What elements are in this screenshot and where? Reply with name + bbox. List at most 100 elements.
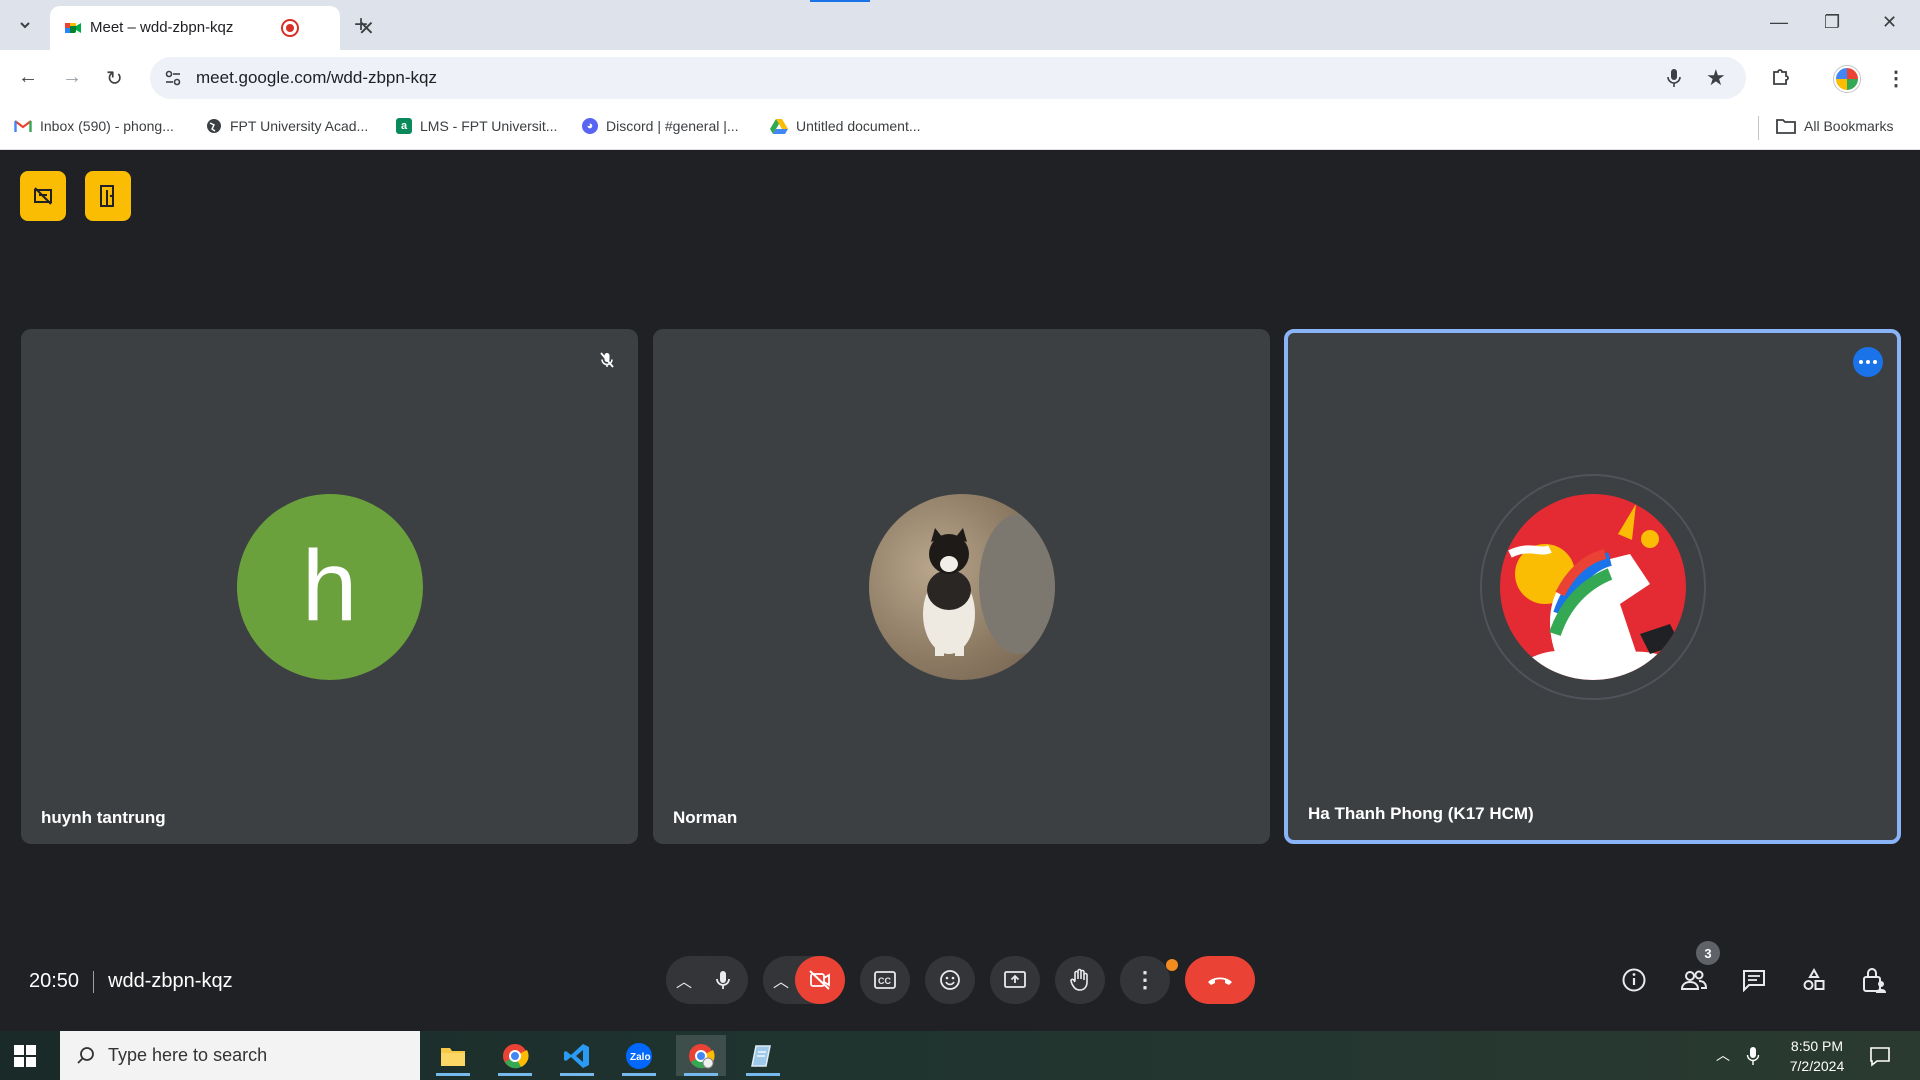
activities-button[interactable] — [1796, 962, 1832, 998]
globe-icon — [207, 119, 221, 133]
emoji-icon — [940, 970, 960, 990]
browser-tab-bar: Meet – wdd-zbpn-kqz ✕ + — ❐ ✕ — [0, 0, 1920, 50]
clock-date: 7/2/2024 — [1789, 1058, 1845, 1074]
svg-text:Zalo: Zalo — [630, 1052, 651, 1063]
show-hidden-icons-icon[interactable]: ︿ — [1716, 1045, 1730, 1065]
url-text: meet.google.com/wdd-zbpn-kqz — [196, 68, 437, 87]
tab-meet[interactable]: Meet – wdd-zbpn-kqz ✕ — [50, 6, 375, 50]
host-controls-lock-button[interactable] — [1856, 962, 1892, 998]
meeting-info: 20:50 wdd-zbpn-kqz — [29, 970, 233, 993]
tab-strip-indicator — [810, 0, 870, 2]
chat-icon — [1743, 970, 1765, 992]
profile-avatar[interactable] — [1834, 66, 1860, 92]
search-placeholder: Type here to search — [108, 1045, 268, 1065]
participant-tile[interactable]: Norman — [653, 329, 1270, 844]
divider — [93, 970, 95, 993]
participant-name: Ha Thanh Phong (K17 HCM) — [1308, 804, 1534, 823]
forward-icon[interactable]: → — [62, 66, 82, 89]
notepad-icon — [751, 1044, 771, 1067]
unicorn-icon — [1507, 503, 1680, 680]
vscode-icon — [564, 1043, 589, 1068]
participant-tile-active[interactable]: Ha Thanh Phong (K17 HCM) — [1284, 329, 1901, 844]
reactions-button[interactable] — [925, 956, 975, 1004]
hang-up-icon — [1208, 977, 1232, 985]
new-tab-button[interactable]: + — [354, 11, 368, 39]
chevron-down-icon — [20, 22, 30, 29]
discord-icon: ◕ — [582, 118, 598, 134]
windows-start-icon[interactable] — [14, 1045, 36, 1067]
video-options-icon[interactable]: ︿ — [773, 968, 789, 992]
chrome-profile-app[interactable] — [676, 1035, 726, 1076]
minimize-icon[interactable]: — — [1770, 12, 1788, 33]
svg-text:CC: CC — [878, 976, 891, 986]
audio-options-icon[interactable]: ︿ — [676, 968, 692, 992]
vscode-app[interactable] — [552, 1035, 602, 1076]
captions-icon: CC — [874, 971, 896, 989]
bookmark-fpt-academic[interactable]: FPT University Acad... — [206, 118, 368, 134]
avatar: h — [236, 493, 423, 680]
window-close-icon[interactable]: ✕ — [1882, 12, 1897, 33]
notepad-app[interactable] — [738, 1035, 788, 1076]
bookmark-label: LMS - FPT Universit... — [420, 118, 558, 134]
people-button[interactable] — [1676, 962, 1712, 998]
address-bar[interactable]: meet.google.com/wdd-zbpn-kqz ★ — [150, 57, 1746, 99]
reload-icon[interactable]: ↻ — [106, 66, 123, 91]
info-icon — [1622, 968, 1646, 992]
file-explorer-app[interactable] — [428, 1035, 478, 1076]
tab-title: Meet – wdd-zbpn-kqz — [90, 19, 234, 36]
bookmark-lms[interactable]: a LMS - FPT Universit... — [396, 118, 557, 134]
site-info-icon[interactable] — [164, 69, 182, 87]
people-icon — [1680, 970, 1708, 990]
camera-off-button[interactable] — [795, 956, 845, 1004]
chrome-profile-icon — [689, 1043, 715, 1068]
meeting-details-button[interactable] — [1616, 962, 1652, 998]
notifications-icon[interactable] — [1868, 1045, 1892, 1067]
microphone-icon[interactable] — [1746, 1045, 1760, 1067]
meeting-code: wdd-zbpn-kqz — [108, 970, 233, 992]
raise-hand-button[interactable] — [1055, 956, 1105, 1004]
leave-call-button[interactable] — [1185, 956, 1255, 1004]
door-icon — [100, 185, 114, 207]
host-controls-icon — [34, 187, 52, 205]
lms-icon: a — [396, 118, 412, 134]
gmail-icon — [14, 120, 32, 132]
present-screen-button[interactable] — [990, 956, 1040, 1004]
search-icon — [77, 1046, 94, 1064]
lock-person-icon — [1863, 968, 1886, 993]
all-bookmarks-button[interactable]: All Bookmarks — [1776, 118, 1893, 134]
meeting-time: 20:50 — [29, 970, 80, 992]
bookmark-label: Discord | #general |... — [606, 118, 739, 134]
chat-button[interactable] — [1736, 962, 1772, 998]
notification-dot — [1166, 959, 1178, 971]
raise-hand-icon — [1070, 968, 1088, 991]
captions-button[interactable]: CC — [860, 956, 910, 1004]
taskbar-search[interactable]: Type here to search — [60, 1031, 420, 1080]
microphone-icon[interactable] — [1666, 67, 1682, 89]
microphone-button[interactable] — [698, 956, 748, 1004]
back-icon[interactable]: ← — [18, 66, 38, 89]
more-options-button[interactable] — [1853, 347, 1883, 377]
restore-icon[interactable]: ❐ — [1824, 12, 1840, 33]
google-drive-icon — [770, 119, 788, 134]
host-controls-button[interactable] — [20, 171, 66, 221]
zalo-app[interactable]: Zalo — [614, 1035, 664, 1076]
bookmark-star-icon[interactable]: ★ — [1706, 65, 1726, 91]
meet-stage: h huynh tantrung Norman Ha Thanh Phong (… — [0, 151, 1920, 1031]
tab-search-button[interactable] — [10, 12, 40, 38]
chrome-icon — [503, 1043, 529, 1068]
participant-count-badge: 3 — [1696, 941, 1720, 965]
chrome-app[interactable] — [490, 1035, 540, 1076]
all-bookmarks-label: All Bookmarks — [1804, 118, 1894, 134]
more-options-button[interactable]: ⋮ — [1120, 956, 1170, 1004]
browser-menu-icon[interactable]: ⋮ — [1886, 66, 1906, 91]
system-clock[interactable]: 8:50 PM 7/2/2024 — [1772, 1036, 1862, 1076]
bookmark-untitled-doc[interactable]: Untitled document... — [770, 118, 921, 134]
bookmarks-separator — [1758, 116, 1759, 140]
bookmark-gmail[interactable]: Inbox (590) - phong... — [14, 118, 174, 134]
zalo-icon: Zalo — [626, 1042, 652, 1069]
bookmark-discord[interactable]: ◕ Discord | #general |... — [582, 118, 739, 134]
extensions-icon[interactable] — [1770, 66, 1792, 88]
participant-tile[interactable]: h huynh tantrung — [21, 329, 638, 844]
avatar-letter: h — [301, 530, 358, 642]
exit-room-button[interactable] — [85, 171, 131, 221]
